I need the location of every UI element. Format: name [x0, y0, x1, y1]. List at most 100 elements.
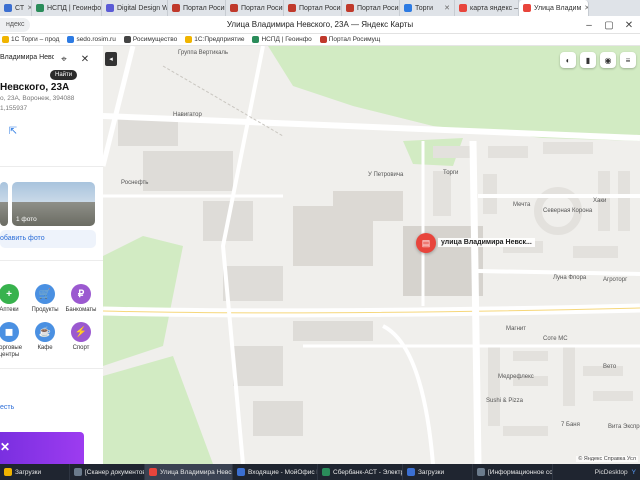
map-poi-label[interactable]: У Петровича: [368, 172, 403, 178]
bookmark-item[interactable]: 1С Торги – прод: [2, 36, 59, 43]
browser-tab[interactable]: Портал Росимущ✕: [342, 0, 400, 16]
taskbar-label: Загрузки: [15, 468, 42, 476]
browser-tab[interactable]: Портал Росимущ✕: [226, 0, 284, 16]
collapse-panel-button[interactable]: ◂: [105, 52, 117, 66]
browser-tab[interactable]: Портал Росимущ✕: [168, 0, 226, 16]
close-panel-icon[interactable]: ✕: [78, 52, 92, 66]
taskbar-item[interactable]: Загрузки: [403, 464, 473, 480]
map-poi-label[interactable]: Магнит: [506, 326, 526, 332]
maximize-icon[interactable]: ▢: [602, 18, 616, 32]
minimize-icon[interactable]: –: [582, 18, 596, 32]
category-button[interactable]: ₽ Банкоматы: [64, 284, 98, 314]
map-poi-label[interactable]: Соте МС: [543, 336, 568, 342]
menu-icon[interactable]: ≡: [620, 52, 636, 68]
pin-label[interactable]: улица Владимира Невск...: [438, 238, 535, 247]
photo-count: 1 фото: [16, 216, 37, 223]
browser-tab-strip: СТ✕НСПД | Геоинфо✕Digital Design W✕Порта…: [0, 0, 640, 16]
bookmark-label: 1С:Предприятие: [194, 36, 245, 43]
tab-label: НСПД | Геоинфо: [47, 4, 102, 12]
taskbar-item[interactable]: Входящие - МойОфис По: [233, 464, 318, 480]
tab-close-icon[interactable]: ✕: [444, 4, 450, 12]
taskbar-item[interactable]: [Информационное сооб: [473, 464, 553, 480]
map-poi-label[interactable]: Мечта: [513, 202, 530, 208]
route-icon[interactable]: ⌖: [57, 52, 71, 66]
photo-thumb[interactable]: [0, 182, 8, 226]
map-poi-label[interactable]: Sushi & Pizza: [486, 398, 523, 404]
taskbar-item[interactable]: Загрузки: [0, 464, 70, 480]
map-poi-label[interactable]: Вето: [603, 364, 616, 370]
taskbar-item[interactable]: Сбербанк-АСТ - Электро: [318, 464, 403, 480]
map-poi-label[interactable]: Хаки: [593, 198, 606, 204]
share-icon[interactable]: ⇱: [6, 124, 20, 138]
search-chip[interactable]: ндекс: [0, 18, 31, 32]
category-button[interactable]: ⚡ Спорт: [64, 322, 98, 352]
close-icon[interactable]: ✕: [622, 18, 636, 32]
map-poi-label[interactable]: Группа Вертикаль: [178, 50, 228, 56]
browser-tab[interactable]: карта яндекс —✕: [455, 0, 519, 16]
add-photo-button[interactable]: обавить фото: [0, 230, 96, 248]
place-pin-icon[interactable]: ▤: [416, 233, 436, 253]
tab-label: карта яндекс —: [470, 4, 519, 12]
taskbar-item[interactable]: Улица Владимира Невск: [145, 464, 233, 480]
tray-app-label[interactable]: PicDesktop: [595, 469, 628, 476]
tab-favicon-icon: [288, 4, 296, 12]
browser-tab[interactable]: Портал Росимущ✕: [284, 0, 342, 16]
bookmark-item[interactable]: sedo.rosim.ru: [67, 36, 116, 43]
category-button[interactable]: 🛒 Продукты: [28, 284, 62, 314]
taskbar-app-icon: [477, 468, 485, 476]
tab-close-icon[interactable]: ✕: [584, 4, 588, 12]
bookmark-label: Портал Росимущ: [328, 36, 381, 43]
tray-icon[interactable]: Y: [632, 469, 636, 476]
bookmark-icon[interactable]: ▮: [580, 52, 596, 68]
map-canvas[interactable]: ◂ ◐ ▮ ◉ ≡ Группа Вертикаль Навигатор Росне…: [103, 46, 640, 464]
category-button[interactable]: ☕ Кафе: [28, 322, 62, 352]
category-button[interactable]: + Аптеки: [0, 284, 26, 314]
browser-tab[interactable]: СТ✕: [0, 0, 32, 16]
map-poi-label[interactable]: Роснефть: [121, 180, 148, 186]
bookmark-favicon-icon: [123, 36, 131, 43]
browser-tab[interactable]: Digital Design W✕: [102, 0, 168, 16]
panel-search-text[interactable]: Владимира Невского: [0, 54, 54, 61]
bookmark-item[interactable]: Портал Росимущ: [319, 36, 381, 43]
browser-tab[interactable]: Улица Владим✕: [519, 0, 589, 16]
map-poi-label[interactable]: Северная Корона: [543, 208, 592, 214]
bookmark-label: НСПД | Геоинфо: [261, 36, 312, 43]
taskbar-app-icon: [407, 468, 415, 476]
map-poi-label[interactable]: Вита Экспресс: [608, 424, 640, 430]
bookmark-item[interactable]: Росимущество: [123, 36, 177, 43]
layers-icon[interactable]: ◐: [560, 52, 576, 68]
map-copyright[interactable]: © Яндекс Справка Усл: [576, 456, 638, 462]
browser-tab[interactable]: Торги ✕: [400, 0, 455, 16]
category-label: Спорт: [72, 345, 90, 351]
browser-tab[interactable]: НСПД | Геоинфо✕: [32, 0, 102, 16]
divider: [0, 368, 103, 369]
place-coordinates[interactable]: 1,155937: [0, 105, 27, 112]
tab-label: Торги: [415, 4, 433, 12]
map-poi-label[interactable]: 7 Баня: [561, 422, 580, 428]
photo-thumb[interactable]: 1 фото: [12, 182, 95, 226]
traffic-icon[interactable]: ◉: [600, 52, 616, 68]
category-label: Продукты: [31, 307, 59, 313]
browser-title-row: ндекс Улица Владимира Невского, 23А — Ян…: [0, 16, 640, 34]
tab-label: СТ: [15, 4, 25, 12]
map-poi-label[interactable]: Агроторг: [603, 277, 627, 283]
more-link[interactable]: есть: [0, 404, 14, 411]
taskbar-label: Входящие - МойОфис По: [248, 468, 318, 476]
category-button[interactable]: ◼ Торговые центры: [0, 322, 26, 359]
divider: [0, 260, 103, 261]
tab-label: Digital Design W: [117, 4, 168, 12]
tab-favicon-icon: [36, 4, 44, 12]
map-poi-label[interactable]: Навигатор: [173, 112, 202, 118]
map-poi-label[interactable]: Медрефлекс: [498, 374, 534, 380]
window-controls: – ▢ ✕: [582, 18, 636, 32]
map-graphics: [103, 46, 640, 464]
bookmarks-bar: 1С Торги – прод sedo.rosim.ru Росимущество…: [0, 34, 640, 46]
bookmark-item[interactable]: 1С:Предприятие: [185, 36, 244, 43]
taskbar-item[interactable]: [Сканер документов]: [70, 464, 145, 480]
bookmark-item[interactable]: НСПД | Геоинфо: [252, 36, 312, 43]
taskbar-label: Сбербанк-АСТ - Электро: [333, 468, 403, 476]
promo-banner[interactable]: ✕: [0, 432, 84, 464]
taskbar-label: [Сканер документов]: [85, 468, 145, 476]
map-poi-label[interactable]: Торги: [443, 170, 458, 176]
map-poi-label[interactable]: Луна Флора: [553, 275, 586, 281]
